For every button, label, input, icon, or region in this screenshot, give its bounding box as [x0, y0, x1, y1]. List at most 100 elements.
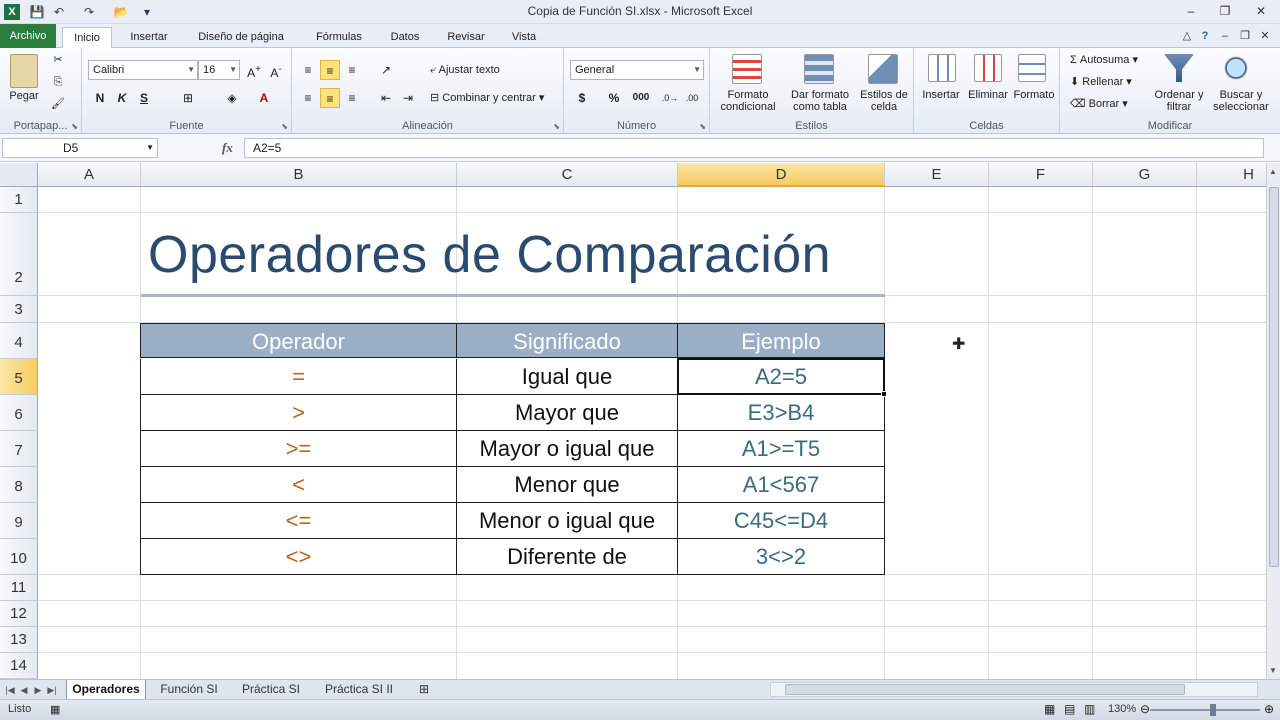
normal-view-icon[interactable]: ▦ [1044, 702, 1055, 716]
table-cell-example[interactable]: A1<567 [678, 467, 885, 503]
column-header-d[interactable]: D [678, 163, 885, 187]
delete-cells-button[interactable]: Eliminar [964, 89, 1012, 101]
underline-button[interactable]: S [134, 88, 154, 108]
align-right-icon[interactable]: ≡ [342, 88, 362, 108]
column-header-e[interactable]: E [885, 163, 989, 187]
column-header-g[interactable]: G [1093, 163, 1197, 187]
row-header-1[interactable]: 1 [0, 187, 38, 213]
last-sheet-icon[interactable]: ▶| [46, 683, 58, 697]
row-header-3[interactable]: 3 [0, 296, 38, 323]
table-cell-meaning[interactable]: Menor o igual que [457, 503, 678, 539]
insert-sheet-icon[interactable]: ⊞ [410, 680, 438, 699]
table-cell-operator[interactable]: > [140, 395, 457, 431]
copy-icon[interactable]: ⎘ [50, 76, 66, 88]
column-header-c[interactable]: C [457, 163, 678, 187]
maximize-button[interactable]: ❐ [1210, 0, 1240, 22]
sheet-tab-practica-si-ii[interactable]: Práctica SI II [314, 680, 404, 699]
font-color-icon[interactable]: A [254, 88, 274, 108]
bold-button[interactable]: N [90, 88, 110, 108]
shrink-font-icon[interactable]: A- [266, 60, 286, 80]
tab-formulas[interactable]: Fórmulas [306, 27, 372, 48]
row-header-2[interactable]: 2 [0, 213, 38, 296]
table-cell-example[interactable]: E3>B4 [678, 395, 885, 431]
paste-button[interactable]: Pegar [4, 90, 44, 102]
doc-restore-button[interactable]: ❐ [1236, 27, 1254, 45]
sheet-tab-practica-si[interactable]: Práctica SI [232, 680, 310, 699]
row-header-9[interactable]: 9 [0, 503, 38, 539]
orientation-icon[interactable]: ↗ [376, 60, 396, 80]
sheet-tab-funcion-si[interactable]: Función SI [150, 680, 228, 699]
row-header-13[interactable]: 13 [0, 627, 38, 653]
fill-color-icon[interactable]: ◈ [222, 88, 242, 108]
tab-insertar[interactable]: Insertar [120, 27, 178, 48]
wrap-text-button[interactable]: ⤶ Ajustar texto [430, 64, 550, 76]
borders-icon[interactable]: ⊞ [178, 88, 198, 108]
vertical-scroll-thumb[interactable] [1269, 187, 1279, 567]
table-cell-example[interactable]: C45<=D4 [678, 503, 885, 539]
zoom-out-icon[interactable]: ⊖ [1140, 702, 1150, 716]
tab-revisar[interactable]: Revisar [438, 27, 494, 48]
font-size-select[interactable]: 16 ▼ [198, 60, 240, 80]
clear-button[interactable]: ⌫ Borrar ▾ [1070, 98, 1160, 110]
increase-indent-icon[interactable]: ⇥ [398, 88, 418, 108]
row-header-10[interactable]: 10 [0, 539, 38, 575]
cell-styles-button[interactable]: Estilos de celda [856, 89, 912, 113]
fuente-launcher-icon[interactable]: ⬊ [281, 122, 288, 131]
sort-filter-button[interactable]: Ordenar y filtrar [1154, 89, 1204, 113]
column-header-a[interactable]: A [38, 163, 141, 187]
minimize-button[interactable]: – [1176, 0, 1206, 22]
zoom-slider[interactable] [1150, 704, 1260, 716]
formula-input[interactable]: A2=5 [244, 138, 1264, 158]
table-cell-operator[interactable]: = [140, 359, 457, 395]
column-header-b[interactable]: B [141, 163, 457, 187]
row-header-11[interactable]: 11 [0, 575, 38, 601]
page-layout-view-icon[interactable]: ▤ [1064, 702, 1075, 716]
row-header-6[interactable]: 6 [0, 395, 38, 431]
thousands-button[interactable]: 000 [628, 88, 654, 108]
tab-inicio[interactable]: Inicio [62, 27, 112, 49]
alineacion-launcher-icon[interactable]: ⬊ [553, 122, 560, 131]
numero-launcher-icon[interactable]: ⬊ [699, 122, 706, 131]
percent-button[interactable]: % [604, 88, 624, 108]
vertical-scrollbar[interactable]: ▲ ▼ [1266, 163, 1280, 679]
align-top-icon[interactable]: ≡ [298, 60, 318, 80]
table-cell-operator[interactable]: <> [140, 539, 457, 575]
doc-minimize-button[interactable]: – [1216, 27, 1234, 45]
find-select-button[interactable]: Buscar y seleccionar [1204, 89, 1278, 113]
table-cell-operator[interactable]: <= [140, 503, 457, 539]
align-bottom-icon[interactable]: ≡ [342, 60, 362, 80]
page-break-view-icon[interactable]: ▥ [1084, 702, 1095, 716]
doc-close-button[interactable]: ✕ [1256, 27, 1274, 45]
increase-decimal-icon[interactable]: .0→ [660, 88, 680, 108]
italic-button[interactable]: K [112, 88, 132, 108]
table-cell-example[interactable]: 3<>2 [678, 539, 885, 575]
insert-function-icon[interactable]: fx [222, 140, 233, 156]
table-cell-operator[interactable]: < [140, 467, 457, 503]
row-header-7[interactable]: 7 [0, 431, 38, 467]
table-cell-example[interactable]: A1>=T5 [678, 431, 885, 467]
active-cell-selection[interactable] [677, 358, 887, 397]
scroll-down-icon[interactable]: ▼ [1269, 666, 1277, 675]
help-icon[interactable]: ? [1196, 27, 1214, 45]
horizontal-scroll-thumb[interactable] [785, 684, 1185, 695]
scroll-up-icon[interactable]: ▲ [1269, 167, 1277, 176]
zoom-slider-knob[interactable] [1210, 704, 1216, 716]
spreadsheet-grid[interactable]: A B C D E F G H 1 2 3 4 5 6 7 8 9 10 11 … [0, 163, 1266, 679]
number-format-select[interactable]: General ▼ [570, 60, 704, 80]
tab-datos[interactable]: Datos [380, 27, 430, 48]
align-left-icon[interactable]: ≡ [298, 88, 318, 108]
align-center-icon[interactable]: ≡ [320, 88, 340, 108]
close-button[interactable]: ✕ [1246, 0, 1276, 22]
tab-diseno-pagina[interactable]: Diseño de página [186, 27, 296, 48]
autosum-button[interactable]: Σ Autosuma ▾ [1070, 54, 1160, 66]
conditional-format-button[interactable]: Formato condicional [712, 89, 784, 113]
format-painter-icon[interactable]: 🖌 [50, 98, 66, 110]
fill-handle[interactable] [881, 391, 887, 397]
align-middle-icon[interactable]: ≡ [320, 60, 340, 80]
table-header-operador[interactable]: Operador [140, 323, 457, 358]
ribbon-collapse-icon[interactable]: △ [1178, 27, 1196, 45]
decrease-decimal-icon[interactable]: .00 [682, 88, 702, 108]
insert-cells-button[interactable]: Insertar [916, 89, 966, 101]
macro-record-icon[interactable]: ▦ [50, 703, 60, 716]
column-header-h[interactable]: H [1197, 163, 1266, 187]
